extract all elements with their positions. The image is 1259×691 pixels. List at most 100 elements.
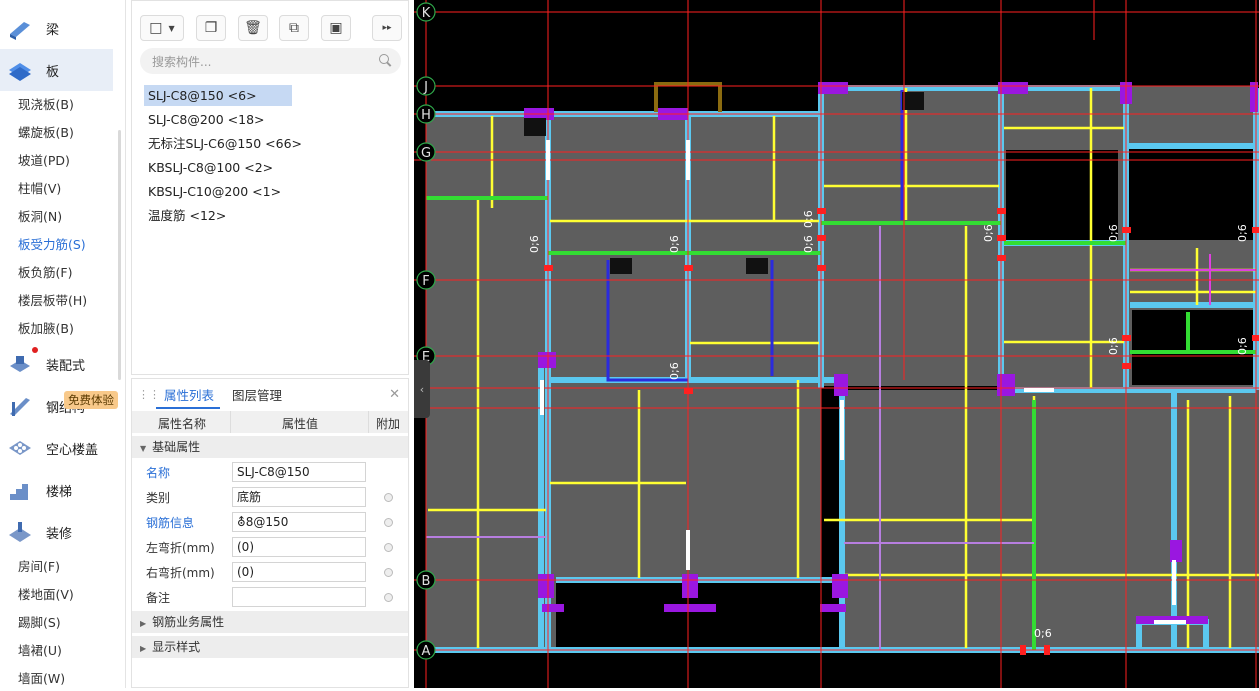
category-beam[interactable]: 梁 [0, 7, 113, 49]
component-item[interactable]: 温度筋 <12> [144, 205, 230, 226]
tab-property-list[interactable]: 属性列表 [164, 383, 214, 409]
attach-radio[interactable] [384, 593, 393, 602]
dimension-label: 0;6 [1107, 224, 1120, 242]
slab-item-cast-in-place[interactable]: 现浇板(B) [18, 95, 74, 115]
more-tools-button[interactable]: ▸▸ [372, 15, 402, 41]
category-field[interactable]: 底筋 [232, 487, 366, 507]
tab-layer-management[interactable]: 图层管理 [232, 383, 282, 409]
hollow-floor-icon [8, 436, 32, 460]
decoration-icon [8, 520, 32, 544]
dimension-label: 0;6 [1236, 224, 1249, 242]
name-field[interactable]: SLJ-C8@150 [232, 462, 366, 482]
dimension-label: 0;6 [1107, 337, 1120, 355]
property-row-right-bend: 右弯折(mm) (0) [132, 560, 408, 585]
attach-radio[interactable] [384, 543, 393, 552]
property-row-remark: 备注 [132, 585, 408, 610]
dimension-label: 0;6 [802, 210, 815, 228]
decoration-item-dado[interactable]: 墙裙(U) [18, 641, 62, 661]
group-rebar-business[interactable]: ▶ 钢筋业务属性 [132, 611, 408, 633]
dimension-label: 0;6 [668, 235, 681, 253]
copy-component-button[interactable]: ❐ [196, 15, 226, 41]
header-extra: 附加 [376, 417, 401, 431]
layers-icon: ⧉ [289, 20, 299, 36]
drawing-canvas[interactable]: 0;6 0;6 0;6 0;6 0;6 0;6 0;6 0;6 0;6 0;6 … [414, 0, 1259, 688]
header-property-name: 属性名称 [158, 417, 207, 431]
chevron-left-icon: ‹ [419, 382, 425, 396]
category-panel: 梁 板 现浇板(B) 螺旋板(B) 坡道(PD) 柱帽(V) 板洞(N) 板受力… [0, 0, 126, 688]
left-panel-scrollbar[interactable] [118, 130, 121, 380]
slab-icon [8, 58, 32, 82]
beam-icon [8, 16, 32, 40]
dimension-label: 0;6 [802, 235, 815, 253]
remark-field[interactable] [232, 587, 366, 607]
decoration-item-wall[interactable]: 墙面(W) [18, 669, 65, 689]
dimension-label: 0;6 [528, 235, 541, 253]
component-item[interactable]: KBSLJ-C10@200 <1> [144, 181, 285, 202]
group-display-style[interactable]: ▶ 显示样式 [132, 636, 408, 658]
chevron-right-icon: ▶ [140, 644, 147, 653]
slab-item-floor-strip[interactable]: 楼层板带(H) [18, 291, 87, 311]
category-prefab[interactable]: 装配式 [0, 343, 113, 385]
dimension-label: 0;6 [1236, 337, 1249, 355]
drag-handle-icon[interactable]: ⋮⋮ [138, 388, 160, 401]
search-icon[interactable] [379, 54, 389, 64]
axis-label: B [422, 574, 431, 589]
attach-radio[interactable] [384, 493, 393, 502]
rebar-info-field[interactable]: ⛢8@150 [232, 512, 366, 532]
trash-icon: 🗑 [244, 20, 262, 36]
category-hollow-floor[interactable]: 空心楼盖 [0, 427, 113, 469]
axis-label: K [422, 6, 431, 21]
free-trial-badge[interactable]: 免费体验 [64, 391, 118, 409]
left-bend-field[interactable]: (0) [232, 537, 366, 557]
right-bend-field[interactable]: (0) [232, 562, 366, 582]
decoration-item-skirting[interactable]: 踢脚(S) [18, 613, 61, 633]
prefab-icon [8, 352, 32, 376]
slab-item-opening[interactable]: 板洞(N) [18, 207, 62, 227]
slab-item-negative-rebar[interactable]: 板负筋(F) [18, 263, 72, 283]
component-list-panel: □ ▼ ❐ 🗑 ⧉ ▣ ▸▸ 搜索构件... SLJ-C8@150 <6> SLJ… [131, 0, 409, 375]
slab-item-main-rebar[interactable]: 板受力筋(S) [18, 235, 86, 255]
component-item[interactable]: 无标注SLJ-C6@150 <66> [144, 133, 306, 154]
save-component-button[interactable]: ▣ [321, 15, 351, 41]
property-row-name: 名称 SLJ-C8@150 [132, 460, 408, 485]
axis-label: H [421, 108, 431, 123]
close-icon[interactable]: ✕ [389, 387, 400, 402]
slab-item-column-cap[interactable]: 柱帽(V) [18, 179, 61, 199]
attach-radio[interactable] [384, 568, 393, 577]
collapse-panel-handle[interactable]: ‹ [414, 360, 430, 418]
duplicate-floor-button[interactable]: ⧉ [279, 15, 309, 41]
component-item[interactable]: KBSLJ-C8@100 <2> [144, 157, 277, 178]
axis-label: A [422, 644, 431, 659]
group-basic-properties[interactable]: ▼ 基础属性 [132, 436, 408, 458]
save-icon: ▣ [329, 20, 343, 36]
property-table-header: 属性名称 属性值 附加 [132, 411, 408, 433]
stairs-icon [8, 478, 32, 502]
new-file-icon: □ [149, 20, 163, 36]
dimension-label: 0;6 [668, 362, 681, 380]
axis-label: G [421, 146, 431, 161]
chevron-down-icon: ▼ [140, 444, 147, 453]
decoration-item-room[interactable]: 房间(F) [18, 557, 60, 577]
properties-panel: ⋮⋮ 属性列表 图层管理 ✕ 属性名称 属性值 附加 ▼ 基础属性 名称 SLJ-… [131, 378, 409, 688]
category-stairs[interactable]: 楼梯 [0, 469, 113, 511]
new-component-button[interactable]: □ ▼ [140, 15, 184, 41]
chevron-down-icon: ▼ [168, 23, 175, 33]
category-slab[interactable]: 板 [0, 49, 113, 91]
category-decoration[interactable]: 装修 [0, 511, 113, 553]
property-row-category: 类别 底筋 [132, 485, 408, 510]
component-search-input[interactable]: 搜索构件... [140, 48, 401, 74]
axis-label: J [423, 80, 428, 95]
slab-item-haunch[interactable]: 板加腋(B) [18, 319, 74, 339]
attach-radio[interactable] [384, 518, 393, 527]
chevron-right-icon: ▸▸ [382, 23, 392, 33]
copy-icon: ❐ [204, 20, 218, 36]
floor-plan-drawing[interactable]: 0;6 0;6 0;6 0;6 0;6 0;6 0;6 0;6 0;6 0;6 … [414, 0, 1259, 688]
slab-item-ramp[interactable]: 坡道(PD) [18, 151, 70, 171]
slab-item-spiral[interactable]: 螺旋板(B) [18, 123, 74, 143]
decoration-item-floor[interactable]: 楼地面(V) [18, 585, 74, 605]
axis-label: F [422, 274, 429, 289]
component-item[interactable]: SLJ-C8@150 <6> [144, 85, 292, 106]
component-item[interactable]: SLJ-C8@200 <18> [144, 109, 269, 130]
delete-component-button[interactable]: 🗑 [238, 15, 268, 41]
header-property-value: 属性值 [282, 417, 319, 431]
